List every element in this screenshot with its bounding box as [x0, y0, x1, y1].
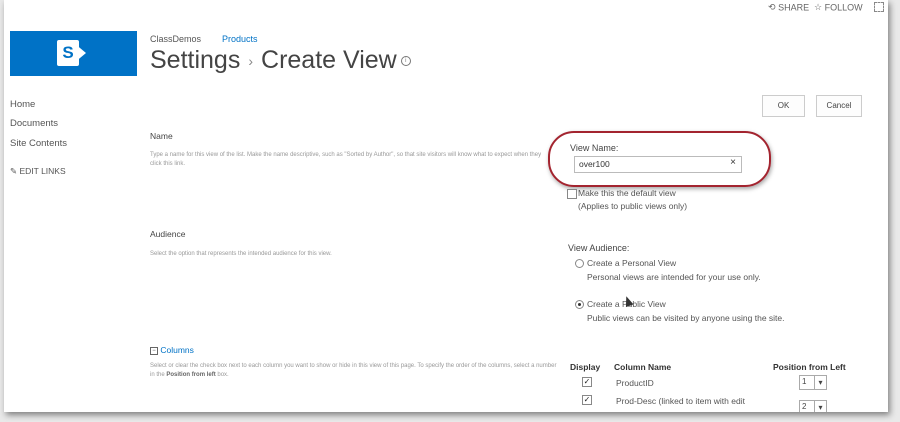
page-title: Settings › Create View i	[150, 46, 411, 75]
logo-s-letter: S	[57, 40, 79, 66]
columns-section-toggle[interactable]: − Columns	[150, 345, 194, 355]
view-name-input[interactable]: over100 ×	[574, 156, 742, 173]
column-name-header: Column Name	[614, 362, 672, 372]
share-link[interactable]: ⟲ SHARE	[768, 2, 809, 13]
columns-section-description: Select or clear the check box next to ea…	[150, 362, 560, 380]
display-checkbox-row2[interactable]: ✓	[582, 395, 592, 405]
view-audience-label: View Audience:	[568, 243, 630, 253]
title-separator: ›	[248, 53, 254, 70]
chevron-down-icon: ▾	[814, 401, 826, 412]
view-name-label: View Name:	[570, 143, 619, 153]
public-view-hint: Public views can be visited by anyone us…	[587, 313, 785, 323]
edit-links[interactable]: ✎ EDIT LINKS	[10, 166, 66, 177]
chevron-down-icon: ▾	[814, 376, 826, 389]
pencil-icon: ✎	[10, 166, 18, 176]
breadcrumb-site[interactable]: ClassDemos	[150, 34, 201, 44]
columns-desc-end: box.	[215, 372, 229, 378]
position-header: Position from Left	[773, 362, 846, 372]
name-section-description: Type a name for this view of the list. M…	[150, 152, 542, 167]
position-select-row1[interactable]: 1 ▾	[799, 375, 827, 390]
display-checkbox-row1[interactable]: ✓	[582, 377, 592, 387]
columns-section-title: Columns	[160, 345, 194, 355]
default-view-checkbox[interactable]	[567, 189, 577, 199]
clear-icon[interactable]: ×	[730, 157, 736, 168]
personal-view-hint: Personal views are intended for your use…	[587, 272, 761, 282]
breadcrumb-list[interactable]: Products	[222, 34, 258, 44]
star-icon: ☆	[814, 2, 823, 13]
name-section-title: Name	[150, 131, 173, 141]
cancel-button[interactable]: Cancel	[816, 95, 862, 117]
position-value-row1: 1	[802, 377, 807, 386]
collapse-minus-icon: −	[150, 346, 158, 355]
view-name-value: over100	[579, 159, 610, 169]
public-view-radio[interactable]	[575, 300, 584, 309]
position-select-row2[interactable]: 2 ▾	[799, 400, 827, 412]
follow-label: FOLLOW	[824, 2, 863, 13]
info-icon[interactable]: i	[400, 56, 411, 67]
default-view-hint: (Applies to public views only)	[578, 201, 688, 211]
nav-item-documents[interactable]: Documents	[10, 118, 58, 129]
page-title-settings[interactable]: Settings	[150, 46, 240, 74]
nav-item-home[interactable]: Home	[10, 99, 35, 110]
default-view-label: Make this the default view	[578, 188, 676, 198]
position-value-row2: 2	[802, 402, 807, 411]
nav-item-site-contents[interactable]: Site Contents	[10, 138, 67, 149]
follow-link[interactable]: ☆ FOLLOW	[814, 2, 863, 13]
share-icon: ⟲	[768, 2, 776, 13]
column-name-row2: Prod-Desc (linked to item with edit	[616, 396, 745, 406]
share-label: SHARE	[778, 2, 810, 13]
audience-section-title: Audience	[150, 229, 186, 239]
edit-links-label: EDIT LINKS	[19, 166, 66, 176]
page-title-create-view: Create View	[261, 46, 397, 74]
focus-mode-icon[interactable]	[874, 2, 884, 12]
column-name-row1: ProductID	[616, 378, 654, 388]
columns-desc-bold: Position from left	[166, 372, 216, 378]
sharepoint-window: ⟲ SHARE ☆ FOLLOW S ClassDemos Products S…	[4, 0, 888, 412]
sharepoint-logo[interactable]: S	[10, 31, 137, 76]
personal-view-radio[interactable]	[575, 259, 584, 268]
audience-section-description: Select the option that represents the in…	[150, 251, 332, 257]
personal-view-label: Create a Personal View	[587, 258, 677, 268]
ok-button[interactable]: OK	[762, 95, 805, 117]
display-column-header: Display	[570, 362, 601, 372]
